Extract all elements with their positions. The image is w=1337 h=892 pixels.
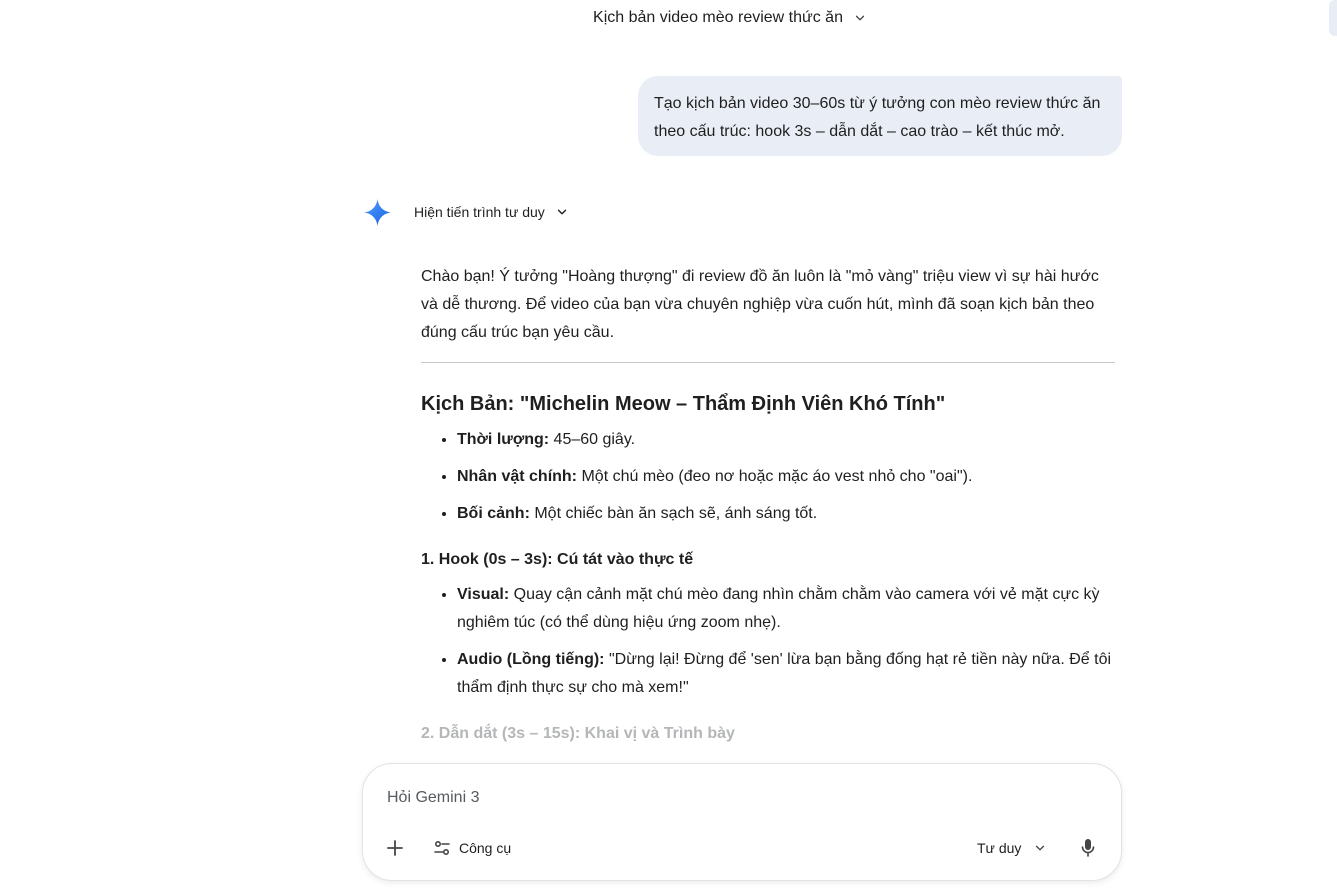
show-thinking-label: Hiện tiến trình tư duy bbox=[414, 204, 545, 220]
show-thinking-toggle[interactable]: Hiện tiến trình tư duy bbox=[414, 204, 569, 220]
mode-selector[interactable]: Tư duy bbox=[977, 834, 1047, 862]
chat-title-dropdown[interactable]: Kịch bản video mèo review thức ăn bbox=[593, 9, 867, 27]
plus-icon bbox=[387, 840, 403, 856]
prompt-input[interactable] bbox=[387, 782, 1087, 814]
list-item: Nhân vật chính: Một chú mèo (đeo nơ hoặc… bbox=[457, 462, 1115, 491]
mode-label: Tư duy bbox=[977, 840, 1022, 856]
side-panel-edge[interactable] bbox=[1329, 0, 1337, 36]
tune-icon bbox=[434, 840, 450, 856]
list-item: Audio (Lồng tiếng): "Dừng lại! Đừng để '… bbox=[457, 645, 1115, 702]
microphone-button[interactable] bbox=[1077, 834, 1099, 862]
tools-label: Công cụ bbox=[459, 840, 512, 856]
microphone-icon bbox=[1081, 839, 1095, 857]
model-response: Chào bạn! Ý tưởng "Hoàng thượng" đi revi… bbox=[421, 263, 1115, 754]
script-title: Kịch Bản: "Michelin Meow – Thẩm Định Viê… bbox=[421, 393, 946, 415]
section-heading-hook: 1. Hook (0s – 3s): Cú tát vào thực tế bbox=[421, 551, 694, 568]
chevron-down-icon bbox=[1036, 845, 1045, 851]
hook-list: Visual: Quay cận cảnh mặt chú mèo đang n… bbox=[421, 580, 1115, 702]
script-details-list: Thời lượng: 45–60 giây. Nhân vật chính: … bbox=[421, 425, 1115, 528]
gemini-chat-page: Kịch bản video mèo review thức ăn Tạo kị… bbox=[0, 0, 1337, 892]
list-item: Thời lượng: 45–60 giây. bbox=[457, 425, 1115, 454]
user-message-text: Tạo kịch bản video 30–60s từ ý tưởng con… bbox=[654, 95, 1101, 140]
add-attachment-button[interactable] bbox=[381, 834, 409, 862]
chat-title-bar: Kịch bản video mèo review thức ăn bbox=[0, 0, 1337, 36]
chat-title: Kịch bản video mèo review thức ăn bbox=[593, 9, 843, 26]
chevron-down-icon bbox=[855, 15, 865, 21]
list-item: Visual: Quay cận cảnh mặt chú mèo đang n… bbox=[457, 580, 1115, 637]
user-message-bubble: Tạo kịch bản video 30–60s từ ý tưởng con… bbox=[638, 76, 1122, 156]
model-response-header: Hiện tiến trình tư duy bbox=[364, 198, 569, 226]
section-heading-intro: 2. Dẫn dắt (3s – 15s): Khai vị và Trình … bbox=[421, 725, 735, 742]
list-item: Bối cảnh: Một chiếc bàn ăn sạch sẽ, ánh … bbox=[457, 499, 1115, 528]
divider bbox=[421, 362, 1115, 363]
response-intro: Chào bạn! Ý tưởng "Hoàng thượng" đi revi… bbox=[421, 268, 1099, 341]
prompt-composer: Công cụ Tư duy bbox=[362, 763, 1122, 881]
chevron-down-icon bbox=[557, 209, 566, 215]
tools-button[interactable]: Công cụ bbox=[433, 834, 511, 862]
gemini-sparkle-icon bbox=[364, 198, 391, 226]
